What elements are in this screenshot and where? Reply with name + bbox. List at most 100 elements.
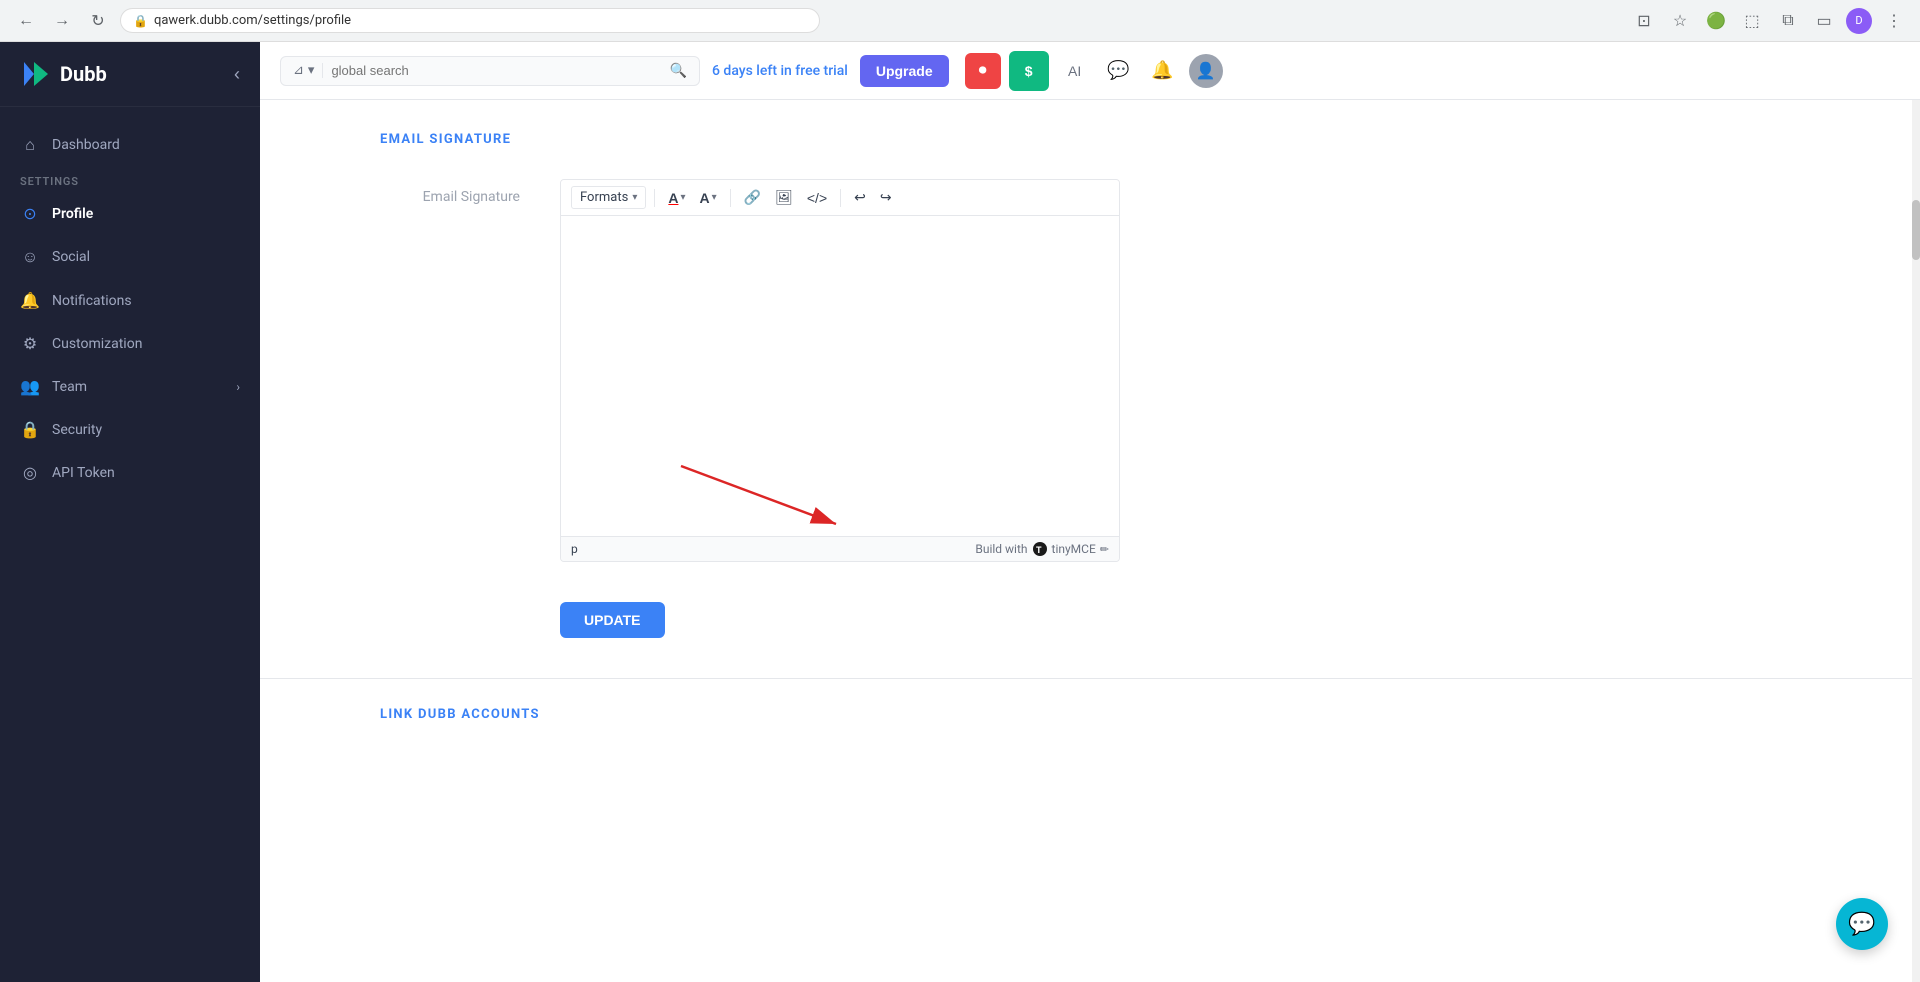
sidebar-item-label-team: Team	[52, 379, 87, 395]
forward-button[interactable]: →	[48, 7, 76, 35]
email-signature-form-row: Email Signature Formats ▾ A ▾	[380, 179, 1800, 562]
tinymce-edit-icon: ✏	[1100, 543, 1109, 556]
code-button[interactable]: </>	[802, 187, 832, 209]
team-chevron-icon: ›	[236, 380, 240, 394]
editor-container: Formats ▾ A ▾ A ▾	[560, 179, 1120, 562]
sidebar-header: Dubb ‹	[0, 42, 260, 107]
ai-button[interactable]: AI	[1057, 53, 1093, 89]
chat-button[interactable]: 💬	[1101, 53, 1137, 89]
cast-icon[interactable]: ▭	[1810, 7, 1838, 35]
search-filter[interactable]: ⊿ ▾	[293, 63, 323, 78]
redo-icon: ↪	[880, 189, 892, 206]
sidebar-item-api-token[interactable]: ◎ API Token	[0, 451, 260, 494]
lock-nav-icon: 🔒	[20, 420, 40, 439]
highlight-arrow-icon: ▾	[712, 192, 717, 203]
chat-fab-button[interactable]: 💬	[1836, 898, 1888, 950]
logo-icon	[20, 58, 52, 90]
email-signature-title: EMAIL SIGNATURE	[380, 132, 1800, 147]
upgrade-button[interactable]: Upgrade	[860, 55, 949, 87]
menu-icon[interactable]: ⋮	[1880, 7, 1908, 35]
url-text: qawerk.dubb.com/settings/profile	[154, 13, 351, 28]
record-button[interactable]: ⏺	[965, 53, 1001, 89]
avatar[interactable]: 👤	[1189, 54, 1223, 88]
greenbox-button[interactable]: $	[1009, 51, 1049, 91]
topbar-icons: ⏺ $ AI 💬 🔔 👤	[965, 51, 1223, 91]
image-button[interactable]: 🖼	[770, 186, 798, 209]
sidebar-item-profile[interactable]: ⊙ Profile	[0, 192, 260, 235]
reload-button[interactable]: ↻	[84, 7, 112, 35]
home-icon: ⌂	[20, 135, 40, 155]
sidebar-item-label-profile: Profile	[52, 206, 93, 222]
link-accounts-section: LINK DUBB ACCOUNTS	[260, 679, 1920, 722]
translate-icon[interactable]: ⊡	[1630, 7, 1658, 35]
undo-button[interactable]: ↩	[849, 186, 871, 209]
gear-icon: ⚙	[20, 334, 40, 353]
editor-body[interactable]	[561, 216, 1119, 536]
link-icon: 🔗	[744, 189, 761, 206]
highlight-button[interactable]: A ▾	[695, 187, 722, 209]
address-bar[interactable]: 🔒 qawerk.dubb.com/settings/profile	[120, 8, 820, 33]
tinymce-text: Build with	[975, 542, 1027, 556]
sidebar-item-dashboard[interactable]: ⌂ Dashboard	[0, 123, 260, 167]
browser-chrome: ← → ↻ 🔒 qawerk.dubb.com/settings/profile…	[0, 0, 1920, 42]
update-button[interactable]: UPDATE	[560, 602, 665, 638]
code-icon: </>	[807, 190, 827, 206]
sidebar-item-label-dashboard: Dashboard	[52, 137, 120, 153]
sidebar-item-label-social: Social	[52, 249, 90, 265]
sidebar-collapse-button[interactable]: ‹	[234, 64, 240, 85]
link-accounts-title: LINK DUBB ACCOUNTS	[380, 707, 1800, 722]
toolbar-separator-3	[840, 189, 841, 207]
svg-text:T: T	[1036, 546, 1042, 556]
undo-icon: ↩	[854, 189, 866, 206]
notification-bell-icon: 🔔	[1151, 60, 1173, 81]
extension-icon-1[interactable]: 🟢	[1702, 7, 1730, 35]
back-button[interactable]: ←	[12, 7, 40, 35]
sidebar-item-label-notifications: Notifications	[52, 293, 132, 309]
api-icon: ◎	[20, 463, 40, 482]
sidebar-item-notifications[interactable]: 🔔 Notifications	[0, 279, 260, 322]
sidebar-item-security[interactable]: 🔒 Security	[0, 408, 260, 451]
image-icon: 🖼	[775, 189, 793, 206]
font-color-arrow-icon: ▾	[680, 192, 685, 203]
formats-dropdown[interactable]: Formats ▾	[571, 186, 646, 209]
topbar: ⊿ ▾ 🔍 6 days left in free trial Upgrade …	[260, 42, 1920, 100]
sidebar-item-label-customization: Customization	[52, 336, 142, 352]
tinymce-logo-icon: T	[1032, 541, 1048, 557]
sidebar-item-social[interactable]: ☺ Social	[0, 235, 260, 279]
notifications-button[interactable]: 🔔	[1145, 53, 1181, 89]
record-icon: ⏺	[979, 62, 987, 80]
sidebar-nav: ⌂ Dashboard SETTINGS ⊙ Profile ☺ Social …	[0, 107, 260, 982]
scrollbar-thumb[interactable]	[1912, 200, 1920, 260]
profile-icon: ⊙	[20, 204, 40, 223]
editor-toolbar: Formats ▾ A ▾ A ▾	[561, 180, 1119, 216]
settings-section-label: SETTINGS	[0, 167, 260, 192]
search-icon: 🔍	[670, 63, 687, 79]
filter-dropdown-arrow: ▾	[308, 63, 315, 78]
font-color-icon: A	[668, 190, 678, 206]
logo-text: Dubb	[60, 62, 107, 86]
browser-profile[interactable]: D	[1846, 8, 1872, 34]
tinymce-badge: Build with T tinyMCE ✏	[975, 541, 1109, 557]
redo-button[interactable]: ↪	[875, 186, 897, 209]
extension-icon-2[interactable]: ⬚	[1738, 7, 1766, 35]
email-signature-label: Email Signature	[380, 179, 520, 205]
free-trial-text: 6 days left in free trial	[712, 63, 848, 79]
formats-arrow-icon: ▾	[632, 192, 637, 203]
font-color-button[interactable]: A ▾	[663, 187, 690, 209]
scrollbar-track	[1912, 100, 1920, 982]
chat-icon: 💬	[1107, 60, 1129, 81]
extensions-icon[interactable]: ⧉	[1774, 7, 1802, 35]
link-button[interactable]: 🔗	[739, 186, 766, 209]
sidebar-item-team[interactable]: 👥 Team ›	[0, 365, 260, 408]
bookmark-icon[interactable]: ☆	[1666, 7, 1694, 35]
search-input[interactable]	[331, 63, 661, 78]
tinymce-brand: tinyMCE	[1052, 542, 1096, 556]
sidebar-item-label-security: Security	[52, 422, 102, 438]
email-signature-section: EMAIL SIGNATURE Email Signature Formats …	[260, 100, 1920, 679]
greenbox-icon: $	[1025, 63, 1033, 79]
sidebar-item-customization[interactable]: ⚙ Customization	[0, 322, 260, 365]
annotation-arrow	[661, 456, 861, 536]
sidebar-item-label-api-token: API Token	[52, 465, 115, 481]
ai-icon: AI	[1068, 63, 1081, 79]
app-layout: Dubb ‹ ⌂ Dashboard SETTINGS ⊙ Profile ☺ …	[0, 42, 1920, 982]
